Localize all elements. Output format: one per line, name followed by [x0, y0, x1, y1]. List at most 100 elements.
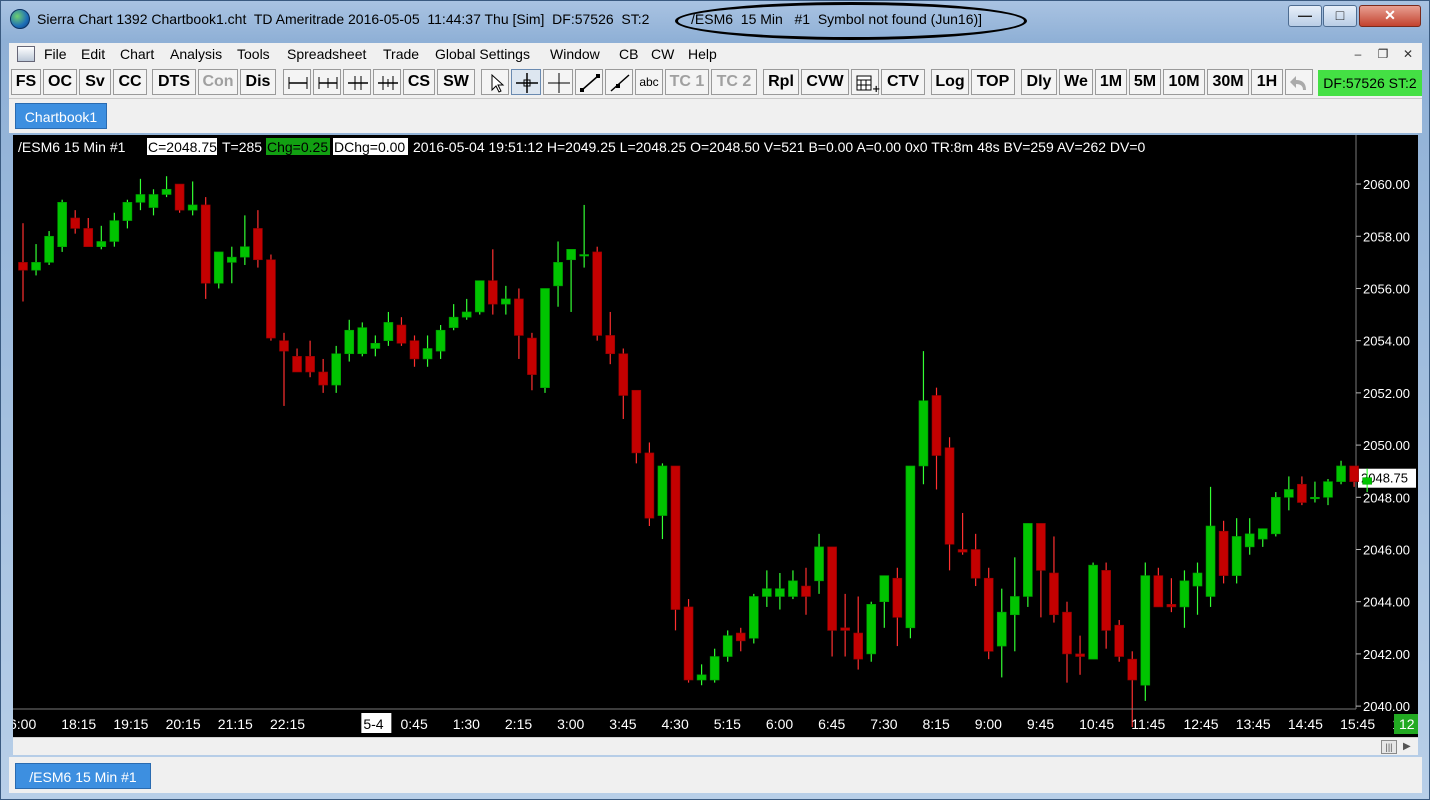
price-tick-label: 2044.00	[1363, 595, 1410, 610]
document-icon[interactable]	[17, 46, 35, 62]
scroll-right-arrow-icon[interactable]: ▶	[1403, 740, 1415, 754]
close-icon: ✕	[1384, 7, 1396, 23]
price-chart[interactable]: /ESM6 15 Min #1 C=2048.75 T=285 Chg=0.25 DCh…	[13, 135, 1418, 737]
menu-spreadsheet[interactable]: Spreadsheet	[287, 46, 366, 62]
candle-body	[1323, 481, 1333, 498]
mdi-restore-button[interactable]: ❐	[1373, 45, 1393, 63]
candle-body	[135, 194, 146, 203]
trades-count: T=285	[222, 139, 262, 155]
menu-cw[interactable]: CW	[651, 46, 674, 62]
menu-tools[interactable]: Tools	[237, 46, 270, 62]
scale-left-icon[interactable]	[283, 69, 311, 95]
candle-body	[618, 353, 629, 396]
cross-icon[interactable]	[543, 69, 573, 95]
minimize-button[interactable]: —	[1288, 5, 1322, 27]
fs-button[interactable]: FS	[11, 69, 41, 95]
dts-button[interactable]: DTS	[152, 69, 196, 95]
log-button[interactable]: Log	[931, 69, 969, 95]
candle-body	[1310, 496, 1320, 500]
close-button[interactable]: ✕	[1359, 5, 1421, 27]
minimize-icon: —	[1298, 7, 1312, 23]
daily-change-value: DChg=0.00	[334, 139, 405, 155]
dly-button[interactable]: Dly	[1021, 69, 1057, 95]
mdi-minimize-button[interactable]: –	[1348, 45, 1368, 63]
1m-button[interactable]: 1M	[1095, 69, 1127, 95]
pointer-icon[interactable]	[481, 69, 509, 95]
globe-icon[interactable]	[10, 9, 30, 29]
con-button[interactable]: Con	[198, 69, 238, 95]
candle-body	[1101, 570, 1111, 631]
compress-icon[interactable]	[343, 69, 371, 95]
scale-right-icon[interactable]	[313, 69, 341, 95]
candle-body	[370, 342, 381, 349]
menu-global-settings[interactable]: Global Settings	[435, 46, 530, 62]
tab-esm6-chart[interactable]: /ESM6 15 Min #1	[15, 763, 151, 789]
candle-body	[1179, 580, 1190, 608]
menu-analysis[interactable]: Analysis	[170, 46, 222, 62]
1h-button[interactable]: 1H	[1251, 69, 1283, 95]
time-axis-label: 6:45	[818, 716, 845, 732]
candle-body	[644, 452, 655, 519]
menu-help[interactable]: Help	[688, 46, 717, 62]
5m-button[interactable]: 5M	[1129, 69, 1161, 95]
cc-button[interactable]: CC	[113, 69, 147, 95]
top-button[interactable]: TOP	[971, 69, 1015, 95]
tc2-button[interactable]: TC 2	[711, 69, 757, 95]
menu-window[interactable]: Window	[550, 46, 600, 62]
oc-button[interactable]: OC	[43, 69, 77, 95]
tc1-button[interactable]: TC 1	[665, 69, 709, 95]
app-window: Sierra Chart 1392 Chartbook1.cht TD Amer…	[0, 0, 1430, 800]
time-axis-label: 1:30	[453, 716, 480, 732]
menu-edit[interactable]: Edit	[81, 46, 105, 62]
menu-cb[interactable]: CB	[619, 46, 638, 62]
candle-body	[1349, 465, 1359, 482]
window-title: Sierra Chart 1392 Chartbook1.cht TD Amer…	[37, 11, 650, 27]
we-button[interactable]: We	[1059, 69, 1093, 95]
price-tick-label: 2050.00	[1363, 438, 1410, 453]
candle-body	[827, 546, 837, 631]
candle-body	[1062, 611, 1072, 655]
chart-symbol-label: /ESM6 15 Min #1	[18, 139, 126, 155]
dis-button[interactable]: Dis	[240, 69, 276, 95]
ctv-button[interactable]: CTV	[881, 69, 925, 95]
undo-icon[interactable]	[1285, 69, 1313, 95]
candle-body	[1231, 536, 1242, 576]
ray-tool-icon[interactable]	[605, 69, 633, 95]
menu-chart[interactable]: Chart	[120, 46, 154, 62]
scroll-thumb[interactable]: |||	[1381, 740, 1397, 754]
tab-chartbook1[interactable]: Chartbook1	[15, 103, 107, 129]
maximize-button[interactable]: □	[1323, 5, 1357, 27]
cs-button[interactable]: CS	[403, 69, 435, 95]
title-bar[interactable]: Sierra Chart 1392 Chartbook1.cht TD Amer…	[1, 1, 1429, 40]
menu-file[interactable]: File	[44, 46, 67, 62]
cvw-button[interactable]: CVW	[801, 69, 849, 95]
menu-trade[interactable]: Trade	[383, 46, 419, 62]
candle-body	[748, 596, 759, 639]
chart-canvas[interactable]: /ESM6 15 Min #1 C=2048.75 T=285 Chg=0.25 DCh…	[13, 135, 1418, 737]
crosshair-icon[interactable]	[511, 69, 541, 95]
price-tick-label: 2040.00	[1363, 699, 1410, 714]
candle-body	[709, 656, 720, 681]
candle-body	[461, 311, 472, 318]
sv-button[interactable]: Sv	[79, 69, 111, 95]
horizontal-scrollbar[interactable]: ||| ▶	[13, 737, 1418, 755]
candle-body	[775, 588, 785, 597]
candle-body	[631, 389, 642, 454]
expand-icon[interactable]	[373, 69, 401, 95]
time-axis-label: 20:15	[166, 716, 201, 732]
candle-body	[1218, 530, 1229, 576]
30m-button[interactable]: 30M	[1207, 69, 1249, 95]
sw-button[interactable]: SW	[437, 69, 475, 95]
candle-body	[422, 348, 433, 360]
text-tool-button[interactable]: abc	[635, 69, 663, 95]
line-tool-icon[interactable]	[575, 69, 603, 95]
10m-button[interactable]: 10M	[1163, 69, 1205, 95]
candle-body	[1075, 653, 1085, 657]
candle-body	[657, 465, 668, 516]
calendar-icon[interactable]: +	[851, 69, 880, 95]
mdi-close-button[interactable]: ✕	[1398, 45, 1418, 63]
candle-body	[240, 246, 250, 258]
candle-body	[409, 340, 420, 360]
rpl-button[interactable]: Rpl	[763, 69, 799, 95]
time-axis-label: 19:15	[113, 716, 148, 732]
